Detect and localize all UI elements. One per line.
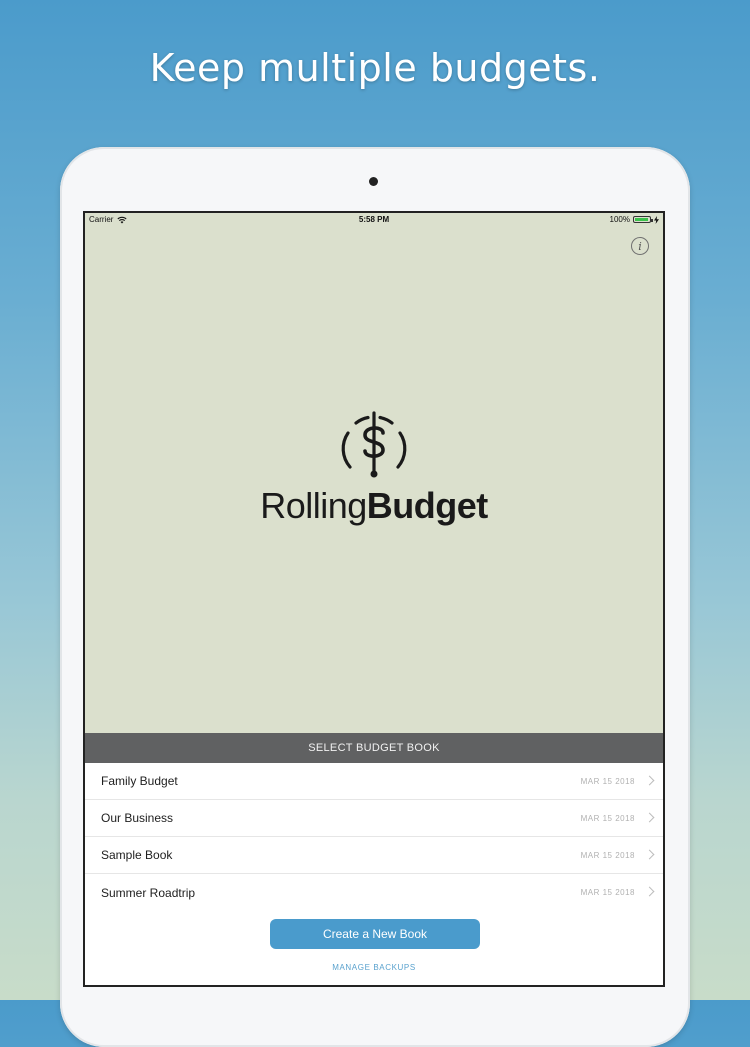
book-date: MAR 15 2018 [580, 850, 635, 860]
book-date: MAR 15 2018 [580, 888, 635, 897]
dollar-gauge-icon [341, 411, 407, 478]
status-right: 100% [610, 215, 659, 224]
chevron-right-icon [644, 812, 655, 823]
battery-percent: 100% [609, 215, 630, 224]
book-row-summer-roadtrip[interactable]: Summer Roadtrip MAR 15 2018 [85, 874, 663, 911]
headline: Keep multiple budgets. [149, 46, 601, 90]
book-name: Our Business [101, 811, 174, 825]
app-screen: Carrier 5:58 PM 100% i RollingBudget SEL… [83, 211, 665, 987]
manage-backups-link[interactable]: MANAGE BACKUPS [85, 963, 663, 972]
book-list-panel: Family Budget MAR 15 2018 Our Business M… [85, 763, 663, 985]
app-logo: RollingBudget [85, 411, 663, 527]
tablet-frame: Carrier 5:58 PM 100% i RollingBudget SEL… [60, 147, 690, 1047]
book-date: MAR 15 2018 [580, 776, 635, 786]
create-new-book-button[interactable]: Create a New Book [270, 919, 480, 949]
chevron-right-icon [644, 849, 655, 860]
status-time: 5:58 PM [358, 215, 390, 224]
book-row-sample-book[interactable]: Sample Book MAR 15 2018 [85, 837, 663, 874]
info-button[interactable]: i [631, 237, 649, 255]
book-row-family-budget[interactable]: Family Budget MAR 15 2018 [85, 763, 663, 800]
battery-fill [635, 218, 648, 221]
book-date: MAR 15 2018 [580, 813, 635, 823]
section-header: SELECT BUDGET BOOK [85, 733, 663, 763]
chevron-right-icon [644, 775, 655, 786]
info-icon: i [638, 239, 642, 253]
battery-icon [633, 216, 653, 223]
book-name: Sample Book [101, 848, 173, 862]
book-row-our-business[interactable]: Our Business MAR 15 2018 [85, 800, 663, 837]
book-name: Family Budget [101, 774, 178, 788]
app-wordmark: RollingBudget [85, 485, 663, 527]
chevron-right-icon [644, 886, 655, 897]
wordmark-light: Rolling [260, 485, 367, 526]
book-list: Family Budget MAR 15 2018 Our Business M… [85, 763, 663, 911]
charging-icon [654, 215, 659, 224]
front-camera [369, 177, 378, 186]
status-bar: Carrier 5:58 PM 100% [85, 213, 663, 227]
wordmark-bold: Budget [366, 485, 488, 526]
book-name: Summer Roadtrip [101, 885, 196, 900]
